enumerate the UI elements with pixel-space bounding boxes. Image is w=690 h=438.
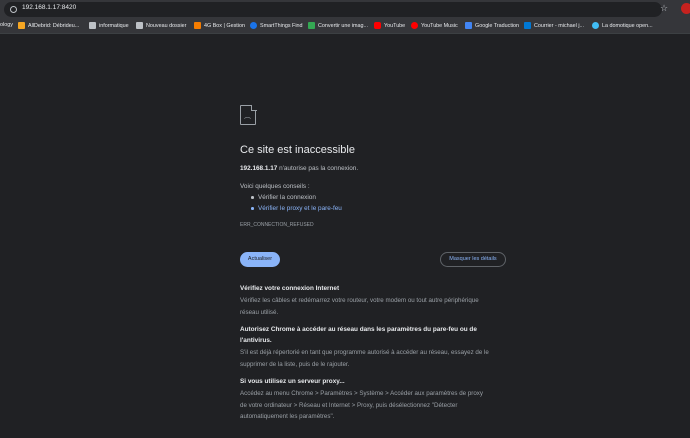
bookmark-folder[interactable]: Nouveau dossier	[136, 22, 186, 29]
youtube-icon	[374, 22, 381, 29]
translate-icon	[465, 22, 472, 29]
detail-title: Autorisez Chrome à accéder au réseau dan…	[240, 326, 477, 333]
detail-body: Accédez au menu Chrome > Paramètres > Sy…	[240, 390, 483, 397]
bookmark-item[interactable]: YouTube Music	[411, 22, 458, 29]
hints-intro: Voici quelques conseils :	[240, 183, 310, 190]
reload-button[interactable]: Actualiser	[240, 252, 280, 267]
bookmark-item[interactable]: Courrier - michael j...	[524, 22, 584, 29]
bookmarks-bar: ology AllDebrid: Débrideu... informatiqu…	[0, 19, 690, 34]
bookmark-item[interactable]: YouTube	[374, 22, 405, 29]
bookmark-item[interactable]: 4G Box | Gestion	[194, 22, 245, 29]
detail-body: de votre ordinateur > Réseau et Internet…	[240, 401, 458, 409]
detail-title: l'antivirus.	[240, 337, 272, 344]
bookmark-item[interactable]: SmartThings Find	[250, 22, 303, 29]
profile-avatar[interactable]	[681, 3, 690, 14]
bookmark-item[interactable]: La domotique open...	[592, 22, 653, 29]
bookmark-star-icon[interactable]: ☆	[660, 3, 668, 14]
detail-body: S'il est déjà répertorié en tant que pro…	[240, 349, 489, 356]
detail-body: automatiquement les paramètres".	[240, 413, 335, 420]
box-icon	[194, 22, 201, 29]
detail-body: supprimer de la liste, puis de le rajout…	[240, 360, 350, 368]
page-title: Ce site est inaccessible	[240, 144, 355, 156]
url-text[interactable]: 192.168.1.17:8420	[22, 4, 76, 11]
error-message: 192.168.1.17 n'autorise pas la connexion…	[240, 165, 359, 172]
detail-body: Vérifiez les câbles et redémarrez votre …	[240, 297, 479, 304]
mail-icon	[524, 22, 531, 29]
bookmark-item[interactable]: ology	[0, 22, 13, 28]
bookmark-item[interactable]: AllDebrid: Débrideu...	[18, 22, 79, 29]
error-code: ERR_CONNECTION_REFUSED	[240, 222, 314, 228]
hide-details-button[interactable]: Masquer les détails	[440, 252, 506, 267]
folder-icon	[89, 22, 96, 29]
alldebrid-icon	[18, 22, 25, 29]
bookmark-item[interactable]: Convertir une imag...	[308, 22, 368, 29]
detail-body: réseau utilisé.	[240, 308, 279, 316]
detail-title: Vérifiez votre connexion Internet	[240, 285, 340, 292]
bookmark-item[interactable]: Google Traduction	[465, 22, 519, 29]
bookmark-folder[interactable]: informatique	[89, 22, 129, 29]
home-icon	[592, 22, 599, 29]
hint-check-connection: Vérifier la connexion	[251, 194, 316, 201]
error-page: ︵ Ce site est inaccessible 192.168.1.17 …	[0, 35, 690, 438]
smartthings-icon	[250, 22, 257, 29]
site-info-icon[interactable]	[10, 6, 17, 13]
omnibox[interactable]: 192.168.1.17:8420	[4, 2, 662, 17]
hint-check-proxy-link[interactable]: Vérifier le proxy et le pare-feu	[251, 205, 342, 212]
sad-document-icon: ︵	[240, 104, 257, 125]
detail-title: Si vous utilisez un serveur proxy...	[240, 378, 345, 385]
convert-icon	[308, 22, 315, 29]
youtube-music-icon	[411, 22, 418, 29]
folder-icon	[136, 22, 143, 29]
host-name: 192.168.1.17	[240, 165, 278, 172]
address-bar: 192.168.1.17:8420 ☆	[0, 0, 690, 19]
